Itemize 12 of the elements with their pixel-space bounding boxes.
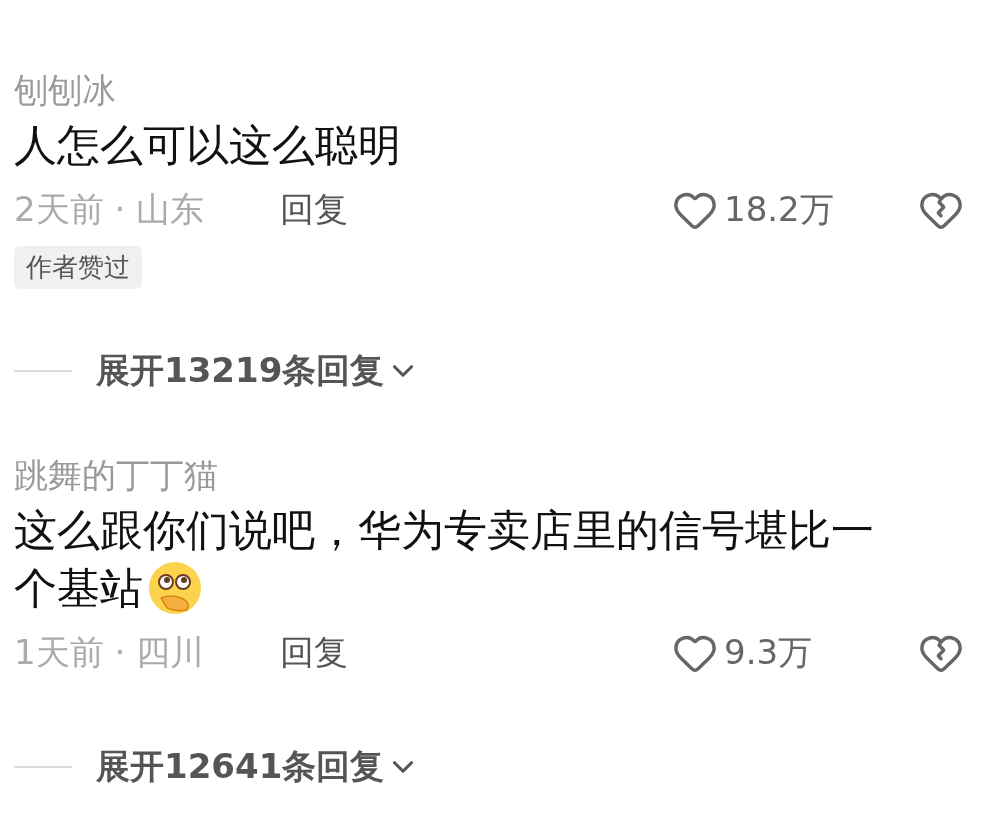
expand-replies-button[interactable]: 展开12641条回复 — [96, 744, 421, 790]
like-count: 18.2万 — [724, 188, 834, 231]
time-location: 1天前 · 四川 — [14, 631, 206, 674]
reply-link[interactable]: 回复 — [280, 187, 348, 233]
time-location: 2天前 · 山东 — [14, 188, 206, 231]
comment-text: 人怎么可以这么聪明 — [14, 119, 401, 172]
author-liked-tag: 作者赞过 — [14, 246, 142, 289]
expand-replies-button[interactable]: 展开13219条回复 — [96, 348, 421, 394]
comment-text: 这么跟你们说吧，华为专卖店里的信号堪比一 — [14, 504, 874, 557]
reply-link[interactable]: 回复 — [280, 630, 348, 676]
like-count: 9.3万 — [724, 631, 813, 674]
comment-text: 个基站 — [14, 562, 143, 615]
